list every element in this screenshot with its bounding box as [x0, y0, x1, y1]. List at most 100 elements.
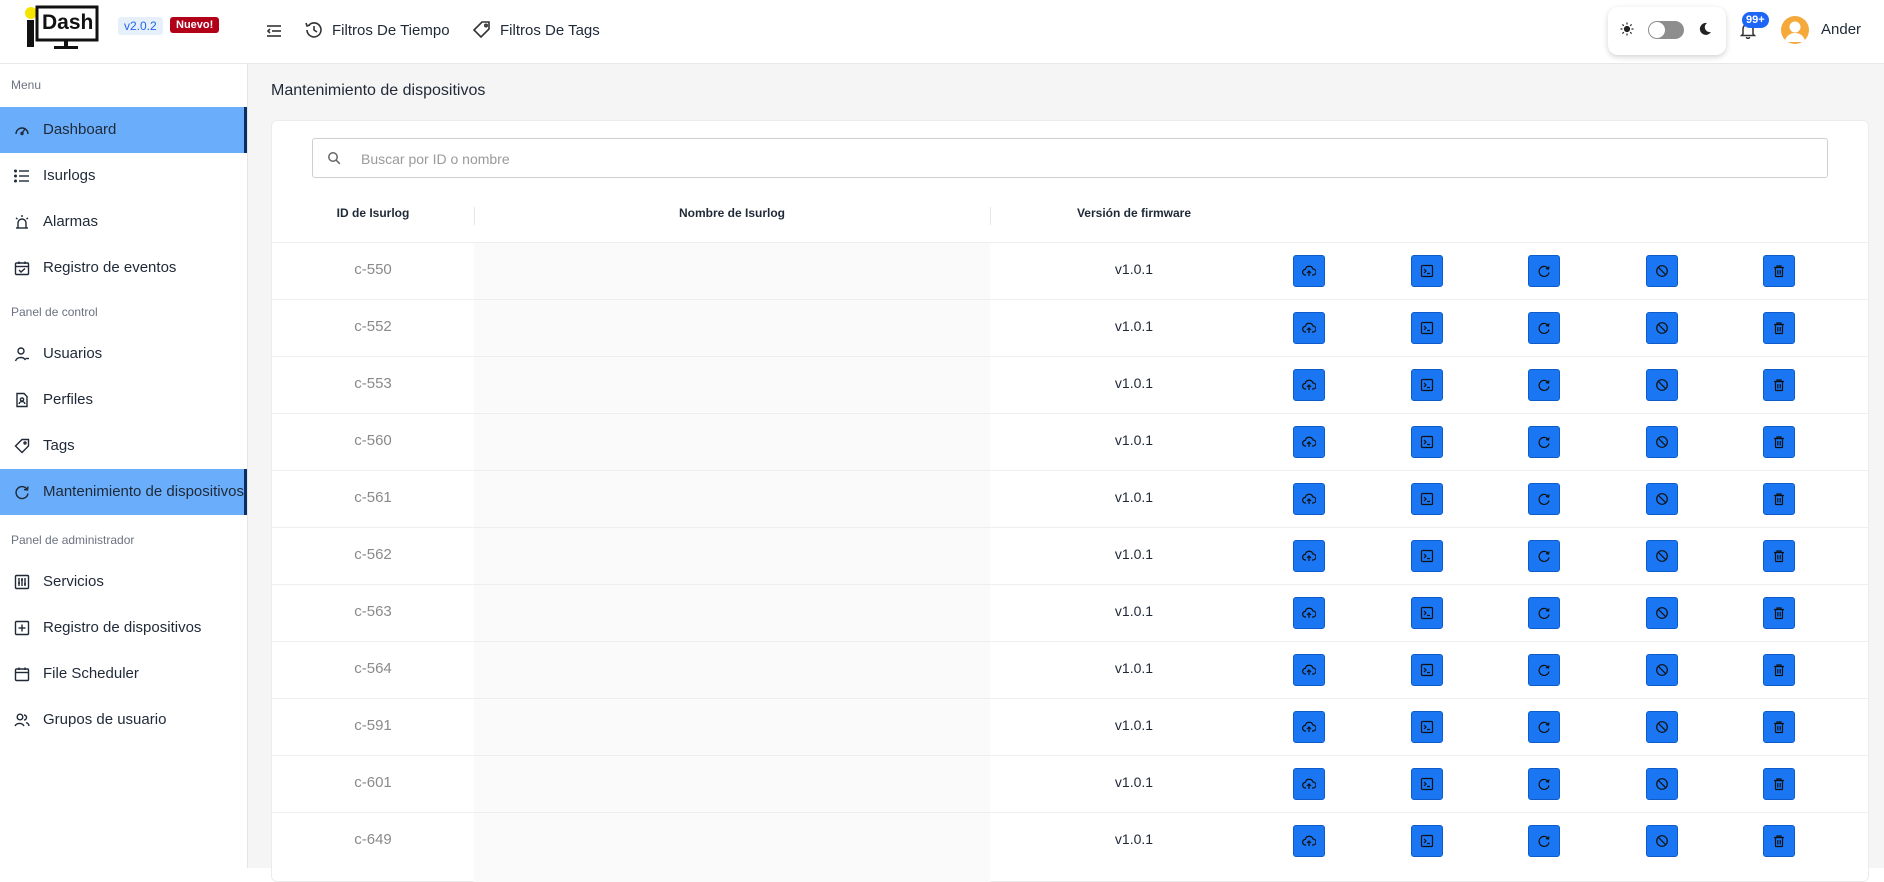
search-icon	[328, 152, 341, 165]
upload-firmware-button[interactable]	[1293, 255, 1325, 287]
upload-firmware-button[interactable]	[1293, 825, 1325, 857]
terminal-button[interactable]	[1411, 369, 1443, 401]
block-button[interactable]	[1646, 654, 1678, 686]
sidebar-item-alarmas[interactable]: Alarmas	[0, 199, 247, 245]
refresh-icon	[1537, 321, 1551, 335]
terminal-button[interactable]	[1411, 426, 1443, 458]
dark-mode-toggle[interactable]	[1648, 21, 1684, 39]
search-box[interactable]	[312, 138, 1828, 179]
block-button[interactable]	[1646, 312, 1678, 344]
restart-button[interactable]	[1528, 255, 1560, 287]
table-row: c-560 v1.0.1	[272, 413, 1868, 470]
restart-button[interactable]	[1528, 483, 1560, 515]
delete-button[interactable]	[1763, 312, 1795, 344]
delete-button[interactable]	[1763, 825, 1795, 857]
terminal-button[interactable]	[1411, 540, 1443, 572]
refresh-icon	[1537, 663, 1551, 677]
restart-button[interactable]	[1528, 768, 1560, 800]
search-input[interactable]	[359, 139, 1803, 179]
restart-button[interactable]	[1528, 312, 1560, 344]
sidebar-item-usuarios[interactable]: Usuarios	[0, 331, 247, 377]
sidebar-item-label: Alarmas	[43, 213, 99, 230]
terminal-button[interactable]	[1411, 312, 1443, 344]
restart-button[interactable]	[1528, 825, 1560, 857]
block-button[interactable]	[1646, 540, 1678, 572]
upload-firmware-button[interactable]	[1293, 768, 1325, 800]
terminal-button[interactable]	[1411, 711, 1443, 743]
sidebar-item-registro-dispositivos[interactable]: Registro de dispositivos	[0, 605, 247, 651]
device-id-cell: c-553	[354, 375, 392, 392]
menu-toggle-icon[interactable]	[265, 22, 283, 40]
upload-firmware-button[interactable]	[1293, 540, 1325, 572]
upload-firmware-icon	[1302, 378, 1316, 392]
app-logo[interactable]: Dash	[22, 5, 100, 53]
block-button[interactable]	[1646, 768, 1678, 800]
restart-button[interactable]	[1528, 654, 1560, 686]
delete-button[interactable]	[1763, 426, 1795, 458]
sidebar-item-isurlogs[interactable]: Isurlogs	[0, 153, 247, 199]
block-button[interactable]	[1646, 825, 1678, 857]
device-id-cell: c-560	[354, 432, 392, 449]
upload-firmware-button[interactable]	[1293, 312, 1325, 344]
block-button[interactable]	[1646, 255, 1678, 287]
sidebar-item-grupos-usuario[interactable]: Grupos de usuario	[0, 697, 247, 743]
block-icon	[1655, 321, 1669, 335]
delete-button[interactable]	[1763, 711, 1795, 743]
delete-button[interactable]	[1763, 369, 1795, 401]
upload-firmware-button[interactable]	[1293, 597, 1325, 629]
sidebar-item-perfiles[interactable]: Perfiles	[0, 377, 247, 423]
upload-firmware-button[interactable]	[1293, 369, 1325, 401]
block-button[interactable]	[1646, 597, 1678, 629]
device-id-cell: c-591	[354, 717, 392, 734]
upload-firmware-button[interactable]	[1293, 426, 1325, 458]
terminal-button[interactable]	[1411, 825, 1443, 857]
sidebar-item-file-scheduler[interactable]: File Scheduler	[0, 651, 247, 697]
upload-firmware-button[interactable]	[1293, 483, 1325, 515]
block-button[interactable]	[1646, 711, 1678, 743]
terminal-button[interactable]	[1411, 483, 1443, 515]
column-header-firmware[interactable]: Versión de firmware	[990, 206, 1278, 226]
user-name[interactable]: Ander	[1821, 21, 1861, 38]
block-button[interactable]	[1646, 426, 1678, 458]
calendar-check-icon	[14, 261, 30, 276]
terminal-button[interactable]	[1411, 255, 1443, 287]
time-filters-button[interactable]: Filtros De Tiempo	[304, 18, 450, 42]
column-header-id[interactable]: ID de Isurlog	[272, 206, 474, 226]
trash-icon	[1772, 663, 1786, 677]
restart-button[interactable]	[1528, 369, 1560, 401]
sidebar-item-registro-eventos[interactable]: Registro de eventos	[0, 245, 247, 291]
restart-button[interactable]	[1528, 711, 1560, 743]
restart-button[interactable]	[1528, 540, 1560, 572]
sidebar-item-label: Registro de eventos	[43, 259, 177, 276]
refresh-icon	[1537, 378, 1551, 392]
upload-firmware-button[interactable]	[1293, 654, 1325, 686]
upload-firmware-icon	[1302, 777, 1316, 791]
sidebar-item-mantenimiento[interactable]: Mantenimiento de dispositivos	[0, 469, 247, 515]
column-header-name[interactable]: Nombre de Isurlog	[474, 206, 990, 226]
delete-button[interactable]	[1763, 255, 1795, 287]
terminal-icon	[1420, 663, 1434, 677]
delete-button[interactable]	[1763, 597, 1795, 629]
tag-filters-button[interactable]: Filtros De Tags	[472, 18, 600, 42]
terminal-button[interactable]	[1411, 654, 1443, 686]
block-icon	[1655, 549, 1669, 563]
sidebar-item-tags[interactable]: Tags	[0, 423, 247, 469]
trash-icon	[1772, 720, 1786, 734]
restart-button[interactable]	[1528, 597, 1560, 629]
restart-button[interactable]	[1528, 426, 1560, 458]
delete-button[interactable]	[1763, 540, 1795, 572]
avatar[interactable]	[1781, 16, 1809, 44]
delete-button[interactable]	[1763, 768, 1795, 800]
block-button[interactable]	[1646, 483, 1678, 515]
delete-button[interactable]	[1763, 654, 1795, 686]
sidebar-item-dashboard[interactable]: Dashboard	[0, 107, 247, 153]
sidebar-item-servicios[interactable]: Servicios	[0, 559, 247, 605]
terminal-button[interactable]	[1411, 768, 1443, 800]
profile-doc-icon	[16, 392, 28, 408]
delete-button[interactable]	[1763, 483, 1795, 515]
terminal-button[interactable]	[1411, 597, 1443, 629]
trash-icon	[1772, 378, 1786, 392]
sidebar-item-label: Grupos de usuario	[43, 711, 167, 728]
block-button[interactable]	[1646, 369, 1678, 401]
upload-firmware-button[interactable]	[1293, 711, 1325, 743]
